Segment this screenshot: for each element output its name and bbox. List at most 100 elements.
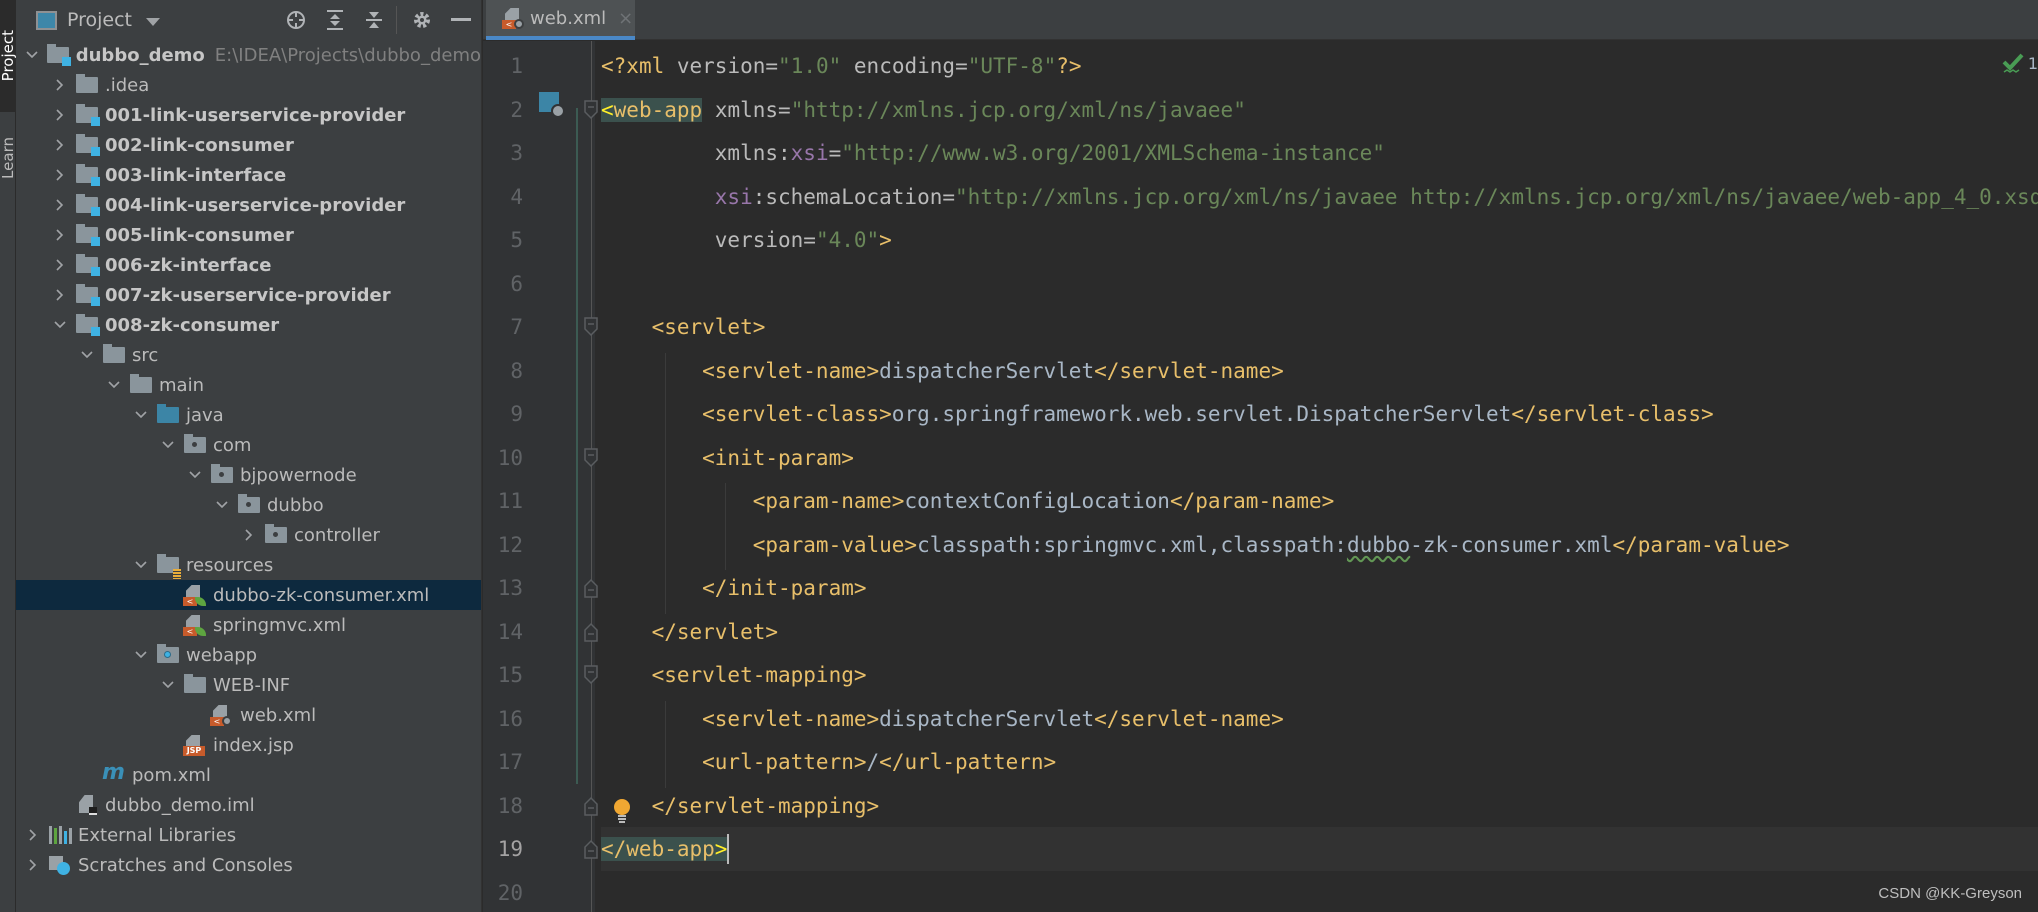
code-line[interactable]: </init-param>: [601, 566, 2038, 610]
code-line[interactable]: <url-pattern> / </url-pattern>: [601, 740, 2038, 784]
web-app-gutter-icon[interactable]: [539, 92, 565, 118]
minimize-icon[interactable]: [447, 6, 475, 34]
chevron-right-icon[interactable]: [24, 856, 42, 874]
code-line[interactable]: version = "4.0" >: [601, 218, 2038, 262]
code-line[interactable]: [601, 871, 2038, 912]
chevron-down-icon[interactable]: [105, 376, 123, 394]
tree-item[interactable]: JSP index.jsp: [16, 730, 481, 760]
tree-item[interactable]: webapp: [16, 640, 481, 670]
chevron-down-icon[interactable]: [78, 346, 96, 364]
tree-item[interactable]: 005-link-consumer: [16, 220, 481, 250]
tree-item[interactable]: main: [16, 370, 481, 400]
tree-item[interactable]: < dubbo-zk-consumer.xml: [16, 580, 481, 610]
code-line[interactable]: </servlet>: [601, 610, 2038, 654]
folder-icon: [102, 344, 126, 366]
chevron-right-icon[interactable]: [51, 226, 69, 244]
project-tool-tab[interactable]: Project: [0, 0, 17, 112]
tree-item[interactable]: 007-zk-userservice-provider: [16, 280, 481, 310]
code-line[interactable]: <? xml version = "1.0" encoding = "UTF-8" ?>: [601, 44, 2038, 88]
code-line[interactable]: <servlet-name> dispatcherServlet </servlet…: [601, 349, 2038, 393]
tree-item[interactable]: < springmvc.xml: [16, 610, 481, 640]
code-line[interactable]: </servlet-mapping>: [601, 784, 2038, 828]
code-line[interactable]: </web-app >: [601, 827, 2038, 871]
chevron-right-icon[interactable]: [24, 826, 42, 844]
tree-item[interactable]: 006-zk-interface: [16, 250, 481, 280]
code-line[interactable]: xmlns: xsi = "http://www.w3.org/2001/XMLSch…: [601, 131, 2038, 175]
chevron-down-icon[interactable]: [132, 556, 150, 574]
project-view-selector[interactable]: Project: [67, 9, 132, 31]
fold-end-icon[interactable]: [583, 578, 599, 598]
code-token: "1.0": [778, 54, 842, 78]
code-token: xmlns: [702, 97, 779, 122]
chevron-down-icon[interactable]: [213, 496, 231, 514]
code-area[interactable]: <? xml version = "1.0" encoding = "UTF-8" ?> < w…: [601, 41, 2038, 912]
tree-item[interactable]: 004-link-userservice-provider: [16, 190, 481, 220]
chevron-right-icon[interactable]: [240, 526, 258, 544]
chevron-down-icon[interactable]: [132, 646, 150, 664]
chevron-down-icon[interactable]: [24, 46, 40, 64]
tree-item[interactable]: WEB-INF: [16, 670, 481, 700]
chevron-down-icon[interactable]: [146, 17, 161, 26]
fold-start-icon[interactable]: [583, 317, 599, 337]
chevron-right-icon[interactable]: [51, 76, 69, 94]
tree-item[interactable]: < web.xml: [16, 700, 481, 730]
tree-item[interactable]: .idea: [16, 70, 481, 100]
tree-item[interactable]: m pom.xml: [16, 760, 481, 790]
code-line[interactable]: <param-value> classpath:springmvc.xml,cla…: [601, 523, 2038, 567]
code-line[interactable]: <servlet>: [601, 305, 2038, 349]
collapse-all-icon[interactable]: [360, 6, 388, 34]
tree-item-label: com: [213, 434, 252, 456]
tree-item[interactable]: 008-zk-consumer: [16, 310, 481, 340]
tree-item[interactable]: src: [16, 340, 481, 370]
tree-item[interactable]: java: [16, 400, 481, 430]
fold-end-icon[interactable]: [583, 839, 599, 859]
tree-item[interactable]: controller: [16, 520, 481, 550]
code-line[interactable]: xsi:schemaLocation = "http://xmlns.jcp.org…: [601, 175, 2038, 219]
learn-tool-tab[interactable]: Learn: [0, 118, 17, 198]
code-line[interactable]: <servlet-name> dispatcherServlet </servlet…: [601, 697, 2038, 741]
inspection-widget[interactable]: 1: [2002, 52, 2038, 74]
locate-icon[interactable]: [282, 6, 310, 34]
close-icon[interactable]: ×: [618, 8, 633, 29]
code-line[interactable]: <param-name> contextConfigLocation </param…: [601, 479, 2038, 523]
chevron-down-icon[interactable]: [51, 316, 69, 334]
chevron-down-icon[interactable]: [132, 406, 150, 424]
fold-start-icon[interactable]: [583, 99, 599, 120]
tree-item[interactable]: Scratches and Consoles: [16, 850, 481, 880]
tree-item[interactable]: bjpowernode: [16, 460, 481, 490]
chevron-down-icon[interactable]: [186, 466, 204, 484]
tree-item[interactable]: 003-link-interface: [16, 160, 481, 190]
chevron-down-icon[interactable]: [159, 436, 177, 454]
tree-item[interactable]: External Libraries: [16, 820, 481, 850]
chevron-right-icon[interactable]: [51, 166, 69, 184]
chevron-right-icon[interactable]: [51, 256, 69, 274]
tree-item[interactable]: dubbo_demo E:\IDEA\Projects\dubbo_demo: [16, 40, 481, 70]
fold-start-icon[interactable]: [583, 447, 599, 468]
fold-start-icon[interactable]: [583, 665, 599, 685]
code-line[interactable]: <servlet-mapping>: [601, 653, 2038, 697]
chevron-right-icon[interactable]: [51, 286, 69, 304]
tree-item[interactable]: com: [16, 430, 481, 460]
chevron-right-icon[interactable]: [51, 136, 69, 154]
tree-item-label: 008-zk-consumer: [105, 314, 280, 336]
code-line[interactable]: [601, 262, 2038, 306]
tree-item[interactable]: 002-link-consumer: [16, 130, 481, 160]
fold-end-icon[interactable]: [583, 622, 599, 642]
chevron-right-icon[interactable]: [51, 106, 69, 124]
tree-item[interactable]: 001-link-userservice-provider: [16, 100, 481, 130]
tree-item[interactable]: dubbo_demo.iml: [16, 790, 481, 820]
editor-tab-web-xml[interactable]: < web.xml ×: [486, 0, 635, 40]
tree-item[interactable]: resources: [16, 550, 481, 580]
gear-icon[interactable]: [408, 6, 436, 34]
chevron-right-icon[interactable]: [51, 196, 69, 214]
code-line[interactable]: <init-param>: [601, 436, 2038, 480]
code-line[interactable]: <servlet-class> org.springframework.web.s…: [601, 392, 2038, 436]
vcs-change-marker: [576, 108, 578, 784]
libraries-icon: [48, 824, 72, 846]
expand-all-icon[interactable]: [321, 6, 349, 34]
chevron-down-icon[interactable]: [159, 676, 177, 694]
tree-item[interactable]: dubbo: [16, 490, 481, 520]
code-token: >: [879, 228, 892, 252]
code-line[interactable]: < web-app xmlns = "http://xmlns.jcp.org/xml…: [601, 88, 2038, 132]
fold-end-icon[interactable]: [583, 796, 599, 816]
